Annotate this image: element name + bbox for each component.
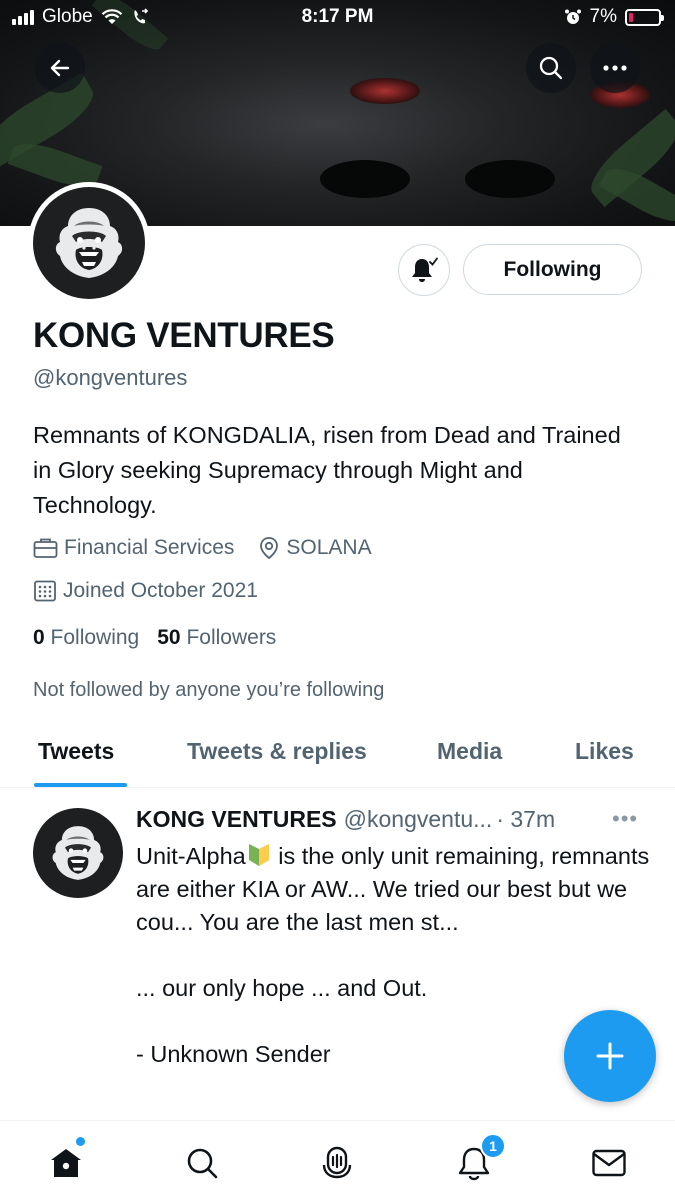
profile-category-label: Financial Services [64, 536, 235, 559]
profile-category: Financial Services [33, 536, 234, 560]
arrow-left-icon [50, 59, 70, 77]
battery-icon [625, 8, 664, 26]
following-label: Following [50, 626, 140, 649]
search-icon [187, 1148, 218, 1179]
profile-joined-label: Joined October 2021 [63, 579, 258, 602]
back-button[interactable] [35, 43, 85, 93]
followers-label: Followers [186, 626, 277, 649]
tweet-author-avatar[interactable] [33, 808, 123, 898]
nav-spaces[interactable] [315, 1141, 359, 1185]
compose-tweet-button[interactable] [564, 1010, 656, 1102]
profile-meta-row: Financial Services SOLANA [33, 536, 396, 560]
tweet-author-name[interactable]: KONG VENTURES [136, 806, 337, 833]
gorilla-logo [52, 826, 104, 880]
alarm-icon [564, 9, 581, 24]
location-pin-icon [260, 537, 279, 560]
profile-bio: Remnants of KONGDALIA, risen from Dead a… [33, 422, 621, 518]
profile-avatar[interactable] [28, 182, 150, 304]
profile-stats: 0 Following 50 Followers [33, 626, 276, 650]
following-link[interactable]: 0 Following [33, 626, 139, 650]
nav-explore[interactable] [180, 1141, 224, 1185]
tab-tweets-replies[interactable]: Tweets & replies [187, 738, 367, 765]
notification-subscribe-button[interactable] [398, 244, 450, 296]
status-bar: Globe 8:17 PM 7% [0, 0, 675, 36]
battery-percent: 7% [589, 6, 617, 27]
not-followed-notice: Not followed by anyone you’re following [33, 679, 385, 701]
tweet-header: KONG VENTURES @kongventu... · 37m [136, 806, 555, 833]
active-tab-indicator [34, 783, 127, 787]
search-button[interactable] [526, 43, 576, 93]
following-count: 0 [33, 626, 45, 649]
tab-media[interactable]: Media [437, 738, 502, 765]
tweet-more-button[interactable]: ••• [612, 806, 638, 832]
profile-location-label: SOLANA [286, 536, 372, 559]
profile-tabs: Tweets Tweets & replies Media Likes [0, 722, 675, 788]
microphone-icon [322, 1146, 352, 1179]
nav-notifications[interactable]: 1 [452, 1133, 506, 1185]
notification-count-badge: 1 [480, 1133, 506, 1159]
more-options-button[interactable] [590, 43, 640, 93]
tab-tweets[interactable]: Tweets [38, 738, 114, 765]
envelope-icon [592, 1149, 626, 1177]
tweet-author-handle[interactable]: @kongventu... [344, 806, 493, 833]
gorilla-logo [55, 208, 123, 278]
plus-icon [596, 1042, 624, 1070]
profile-name: KONG VENTURES [33, 316, 335, 355]
beginner-badge-icon [248, 844, 269, 866]
tweet-text-start: Unit-Alpha [136, 843, 246, 869]
briefcase-icon [33, 538, 58, 558]
home-icon [51, 1149, 81, 1177]
nav-home[interactable] [44, 1137, 88, 1185]
search-icon [539, 56, 563, 80]
bottom-navigation: 1 [0, 1120, 675, 1200]
home-new-indicator [76, 1137, 85, 1146]
more-horizontal-icon [603, 65, 627, 71]
tab-likes[interactable]: Likes [575, 738, 634, 765]
profile-joined: Joined October 2021 [33, 579, 258, 603]
calendar-icon [34, 580, 56, 602]
bell-subscribed-icon [412, 257, 438, 282]
profile-location: SOLANA [258, 536, 372, 560]
profile-handle: @kongventures [33, 365, 188, 390]
following-button[interactable]: Following [463, 244, 642, 295]
tweet-time: · 37m [496, 806, 556, 832]
nav-messages[interactable] [587, 1141, 631, 1185]
followers-link[interactable]: 50 Followers [157, 626, 276, 650]
followers-count: 50 [157, 626, 181, 649]
